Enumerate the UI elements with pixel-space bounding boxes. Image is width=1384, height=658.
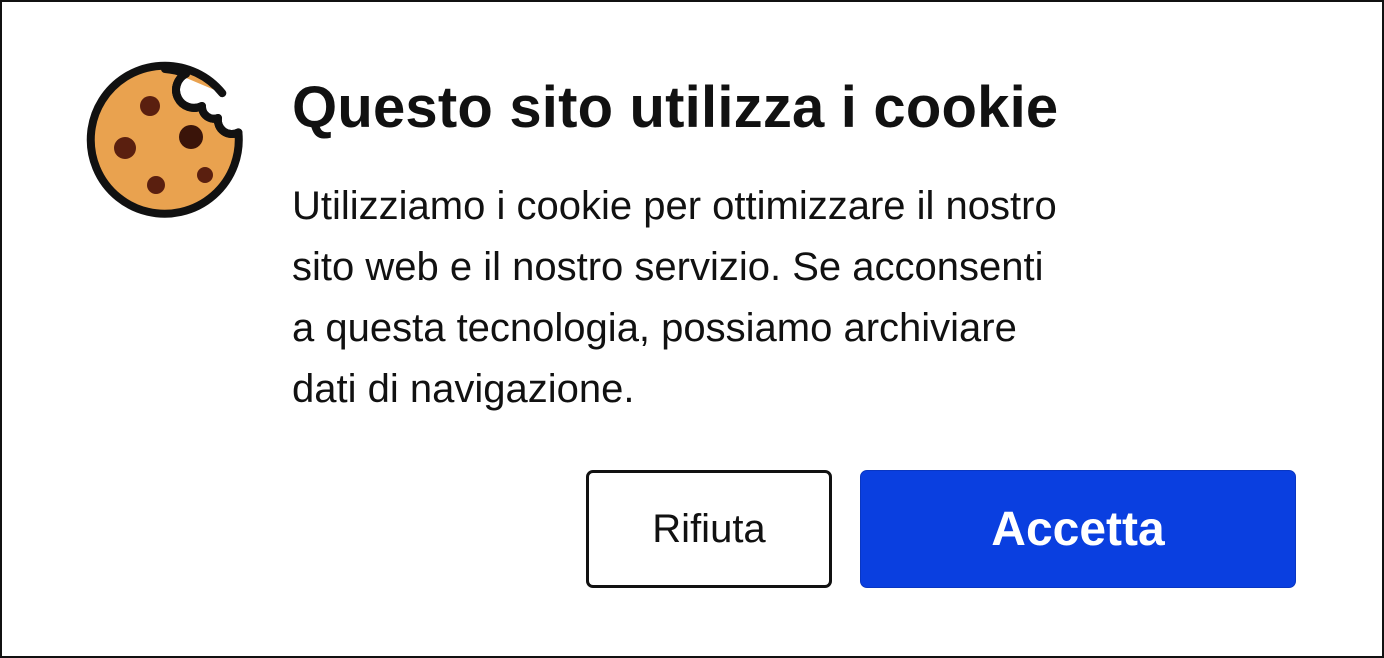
cookie-icon	[86, 61, 243, 218]
cookie-consent-banner: Questo sito utilizza i cookie Utilizziam…	[0, 0, 1384, 658]
reject-button[interactable]: Rifiuta	[586, 470, 832, 588]
accept-button[interactable]: Accetta	[860, 470, 1296, 588]
banner-description-line: Utilizziamo i cookie per ottimizzare il …	[292, 184, 1057, 228]
banner-description-line: a questa tecnologia, possiamo archiviare	[292, 306, 1017, 350]
banner-description-line: dati di navigazione.	[292, 367, 635, 411]
banner-description: Utilizziamo i cookie per ottimizzare il …	[292, 176, 1282, 420]
banner-title: Questo sito utilizza i cookie	[292, 75, 1059, 140]
banner-description-line: sito web e il nostro servizio. Se accons…	[292, 245, 1044, 289]
